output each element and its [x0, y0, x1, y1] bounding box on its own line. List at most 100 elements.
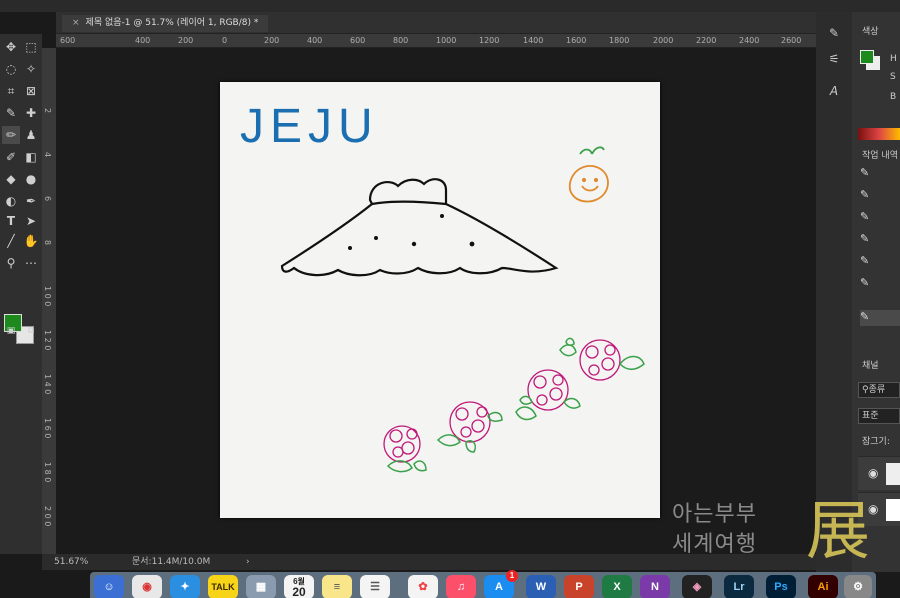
ruler-tick: 2600 [781, 36, 802, 45]
layer-filter-label: 종류 [868, 385, 886, 395]
mountain-drawing [280, 178, 559, 277]
path-selection-tool-icon[interactable]: ➤ [22, 212, 40, 230]
marquee-tool-icon[interactable]: ⬚ [22, 38, 40, 56]
history-item[interactable]: ✎ [860, 210, 900, 226]
hue-label: H [890, 54, 897, 64]
canvas-drawing: JEJU [240, 100, 645, 473]
ruler-tick: 2200 [696, 36, 717, 45]
ruler-tick: 1 0 0 [43, 286, 52, 307]
reminders-icon[interactable]: ☰ [360, 575, 390, 598]
pen-tool-icon[interactable]: ✒ [22, 192, 40, 210]
watermark-big-char: 展 [806, 495, 870, 569]
kakaotalk-icon[interactable]: TALK [208, 575, 238, 598]
ruler-tick: 600 [350, 36, 366, 45]
status-menu-arrow-icon[interactable]: › [246, 554, 250, 570]
lasso-tool-icon[interactable]: ◌ [2, 60, 20, 78]
eyedropper-tool-icon[interactable]: ✎ [2, 104, 20, 122]
character-panel-icon[interactable]: A [825, 84, 843, 102]
system-preferences-icon[interactable]: ⚙ [844, 575, 872, 598]
blur-tool-icon[interactable]: ● [22, 170, 40, 188]
layer-filter-search[interactable]: ⚲종류 [858, 382, 900, 398]
history-item-selected[interactable]: ✎ [860, 310, 900, 326]
calendar-day: 20 [292, 585, 306, 598]
ruler-tick: 8 [43, 240, 52, 246]
paint-bucket-tool-icon[interactable]: ◆ [2, 170, 20, 188]
powerpoint-icon[interactable]: P [564, 575, 594, 598]
layer-row[interactable]: ◉ [858, 456, 900, 490]
blend-mode-select[interactable]: 표준 [858, 408, 900, 424]
document-tab[interactable]: × 제목 없음-1 @ 51.7% (레이어 1, RGB/8) * [62, 15, 269, 32]
watermark-line2: 세계여행 [672, 532, 757, 557]
collapsed-panel-strip: ✎ ⚟ A [816, 12, 852, 572]
word-icon[interactable]: W [526, 575, 556, 598]
magic-wand-tool-icon[interactable]: ✧ [22, 60, 40, 78]
line-tool-icon[interactable]: ╱ [2, 232, 20, 250]
tab-close-icon[interactable]: × [72, 18, 80, 28]
ruler-tick: 1600 [566, 36, 587, 45]
tools-panel: ✥ ⬚ ◌ ✧ ⌗ ⊠ ✎ ✚ ✏ ♟ ✐ ◧ ◆ ● ◐ ✒ T ➤ ╱ ✋ … [0, 34, 42, 554]
eraser-tool-icon[interactable]: ◧ [22, 148, 40, 166]
music-icon[interactable]: ♫ [446, 575, 476, 598]
quick-mask-icon[interactable]: ▣ [2, 322, 20, 340]
ruler-tick: 200 [178, 36, 194, 45]
move-tool-icon[interactable]: ✥ [2, 38, 20, 56]
document-tab-title: 제목 없음-1 @ 51.7% (레이어 1, RGB/8) * [85, 18, 259, 28]
adjustments-icon[interactable]: ⚟ [825, 52, 843, 70]
panel-foreground-color[interactable] [860, 50, 874, 64]
more-tools-icon[interactable]: ⋯ [22, 254, 40, 272]
zoom-level[interactable]: 51.67% [54, 554, 88, 570]
macos-dock: ☺ ◉ ✦ TALK ▦ 6월 20 ≡ ☰ ✿ ♫ A1 W P X N ◈ L… [90, 570, 876, 598]
color-panel-title[interactable]: 색상 [862, 24, 879, 37]
excel-icon[interactable]: X [602, 575, 632, 598]
ruler-tick: 1 8 0 [43, 462, 52, 483]
watermark-line1: 아는부부 [672, 502, 757, 527]
illustrator-icon[interactable]: Ai [808, 575, 838, 598]
canvas-document[interactable]: JEJU [220, 82, 660, 518]
ruler-tick: 4 [43, 152, 52, 158]
right-panels: 색상 H S B 작업 내역 ✎ ✎ ✎ ✎ ✎ ✎ ✎ 채널 ⚲종류 표준 잠… [852, 12, 900, 572]
ruler-tick: 1 6 0 [43, 418, 52, 439]
crop-tool-icon[interactable]: ⌗ [2, 82, 20, 100]
finder-icon[interactable]: ☺ [94, 575, 124, 598]
onenote-icon[interactable]: N [640, 575, 670, 598]
ruler-tick: 1 2 0 [43, 330, 52, 351]
screen-mode-icon[interactable]: ⧉ [22, 322, 40, 340]
brush-settings-icon[interactable]: ✎ [825, 26, 843, 44]
preview-icon[interactable]: ▦ [246, 575, 276, 598]
zoom-tool-icon[interactable]: ⚲ [2, 254, 20, 272]
color-ramp[interactable] [858, 128, 900, 140]
calendar-icon[interactable]: 6월 20 [284, 575, 314, 598]
app-store-icon[interactable]: A1 [484, 570, 518, 598]
photos-icon[interactable]: ✿ [408, 575, 438, 598]
ruler-tick: 800 [393, 36, 409, 45]
healing-brush-tool-icon[interactable]: ✚ [22, 104, 40, 122]
clone-stamp-tool-icon[interactable]: ♟ [22, 126, 40, 144]
visibility-eye-icon[interactable]: ◉ [868, 466, 878, 480]
history-brush-tool-icon[interactable]: ✐ [2, 148, 20, 166]
history-item[interactable]: ✎ [860, 276, 900, 292]
history-item[interactable]: ✎ [860, 166, 900, 182]
watermark-text: 아는부부세계여행 [672, 500, 757, 560]
chrome-icon[interactable]: ◉ [132, 575, 162, 598]
brush-tool-icon[interactable]: ✏ [2, 126, 20, 144]
frame-tool-icon[interactable]: ⊠ [22, 82, 40, 100]
lightroom-icon[interactable]: Lr [724, 575, 754, 598]
channels-panel-title[interactable]: 채널 [862, 358, 879, 371]
safari-icon[interactable]: ✦ [170, 575, 200, 598]
history-item[interactable]: ✎ [860, 188, 900, 204]
ruler-tick: 2000 [653, 36, 674, 45]
history-panel-title[interactable]: 작업 내역 [862, 148, 898, 161]
dodge-tool-icon[interactable]: ◐ [2, 192, 20, 210]
ruler-tick: 400 [307, 36, 323, 45]
hydrangea-flowers [383, 337, 645, 473]
hand-tool-icon[interactable]: ✋ [22, 232, 40, 250]
type-tool-icon[interactable]: T [2, 212, 20, 230]
ruler-tick: 600 [60, 36, 76, 45]
history-item[interactable]: ✎ [860, 254, 900, 270]
davinci-resolve-icon[interactable]: ◈ [682, 575, 712, 598]
photoshop-icon[interactable]: Ps [766, 575, 796, 598]
notes-icon[interactable]: ≡ [322, 575, 352, 598]
ruler-tick: 6 [43, 196, 52, 202]
history-item[interactable]: ✎ [860, 232, 900, 248]
ruler-tick: 2400 [739, 36, 760, 45]
